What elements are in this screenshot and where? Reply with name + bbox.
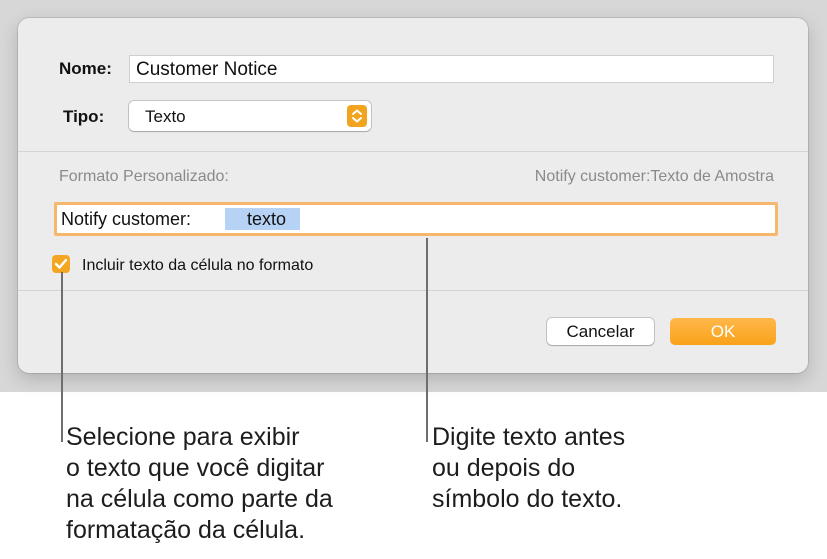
custom-format-dialog: Nome: Customer Notice Tipo: Texto Format… <box>18 18 808 373</box>
text-token[interactable]: texto <box>225 208 301 230</box>
ok-button[interactable]: OK <box>670 318 776 345</box>
name-field-value: Customer Notice <box>136 59 278 80</box>
include-cell-text-label: Incluir texto da célula no formato <box>82 257 314 274</box>
cancel-button[interactable]: Cancelar <box>547 318 654 345</box>
divider <box>18 290 808 291</box>
callout-left: Selecione para exibir o texto que você d… <box>66 423 333 544</box>
callout-right: Digite texto antes ou depois do símbolo … <box>432 423 626 513</box>
format-field[interactable]: Notify customer: texto <box>54 202 778 236</box>
chevron-up-down-icon <box>347 105 367 127</box>
callout-line-left <box>61 272 63 442</box>
type-select-value: Texto <box>145 107 186 126</box>
include-cell-text-checkbox[interactable] <box>52 255 70 273</box>
callout-line-right <box>426 238 428 442</box>
divider <box>18 151 808 152</box>
checkmark-icon <box>54 258 68 269</box>
type-select[interactable]: Texto <box>129 101 371 131</box>
format-prefix-text: Notify customer: <box>61 209 192 229</box>
format-preview: Notify customer:Texto de Amostra <box>534 168 774 185</box>
name-label: Nome: <box>59 59 112 78</box>
name-field[interactable]: Customer Notice <box>129 55 774 83</box>
type-label: Tipo: <box>63 107 105 126</box>
custom-format-label: Formato Personalizado: <box>59 168 229 185</box>
